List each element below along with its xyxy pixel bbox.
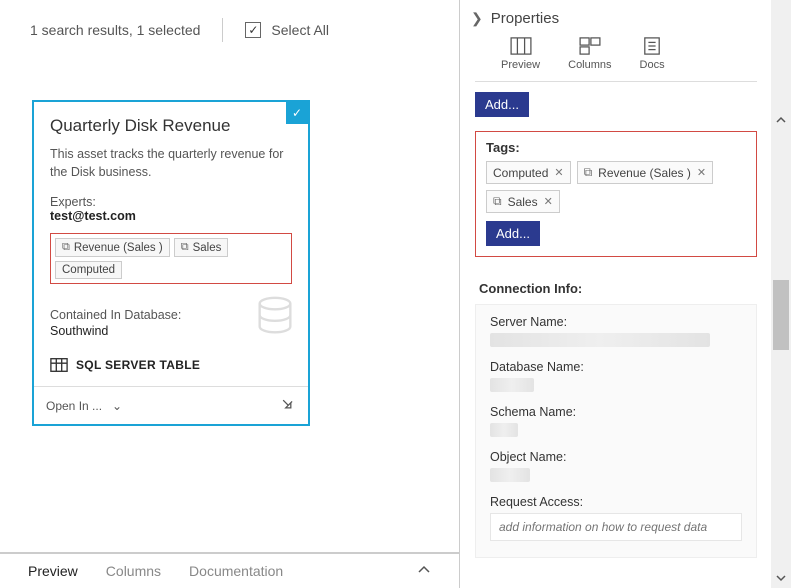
server-name-label: Server Name:	[490, 315, 742, 329]
properties-header[interactable]: ❯ Properties	[461, 0, 771, 31]
select-all-checkbox[interactable]	[245, 22, 261, 38]
tab-preview[interactable]: Preview	[28, 563, 78, 579]
properties-title: Properties	[491, 10, 559, 27]
add-tag-button[interactable]: Add...	[486, 221, 540, 246]
glossary-icon: ⧉	[584, 165, 593, 180]
card-tag[interactable]: ⧉Revenue (Sales )	[55, 238, 170, 257]
card-selected-check-icon[interactable]: ✓	[286, 102, 308, 124]
asset-type: SQL SERVER TABLE	[50, 356, 292, 374]
card-experts: Experts: test@test.com	[50, 195, 292, 223]
scroll-thumb[interactable]	[773, 280, 789, 350]
database-name-value	[490, 378, 534, 392]
divider	[475, 81, 757, 82]
card-lower: Contained In Database: Southwind SQL SER…	[34, 288, 308, 386]
asset-type-label: SQL SERVER TABLE	[76, 358, 200, 372]
card-title: Quarterly Disk Revenue	[50, 116, 292, 136]
asset-card[interactable]: ✓ Quarterly Disk Revenue This asset trac…	[32, 100, 310, 426]
request-access-input[interactable]	[490, 513, 742, 541]
glossary-icon: ⧉	[493, 194, 502, 209]
schema-name-label: Schema Name:	[490, 405, 742, 419]
object-name-label: Object Name:	[490, 450, 742, 464]
results-summary: 1 search results, 1 selected	[30, 22, 200, 38]
table-icon	[50, 356, 68, 374]
preview-icon	[510, 37, 532, 55]
glossary-icon: ⧉	[62, 241, 70, 254]
tags-chips: Computed✕ ⧉Revenue (Sales )✕ ⧉Sales✕	[486, 161, 746, 213]
tag-chip[interactable]: Computed✕	[486, 161, 571, 184]
docs-icon	[641, 37, 663, 55]
remove-tag-icon[interactable]: ✕	[554, 166, 563, 179]
card-description: This asset tracks the quarterly revenue …	[50, 146, 292, 181]
tags-panel: Tags: Computed✕ ⧉Revenue (Sales )✕ ⧉Sale…	[475, 131, 757, 257]
chevron-up-icon	[417, 563, 431, 577]
experts-label: Experts:	[50, 195, 96, 209]
tag-chip[interactable]: ⧉Sales✕	[486, 190, 560, 213]
experts-value: test@test.com	[50, 209, 136, 223]
pin-button[interactable]	[278, 395, 296, 416]
schema-name-value	[490, 423, 518, 437]
chevron-up-icon	[776, 115, 786, 125]
view-docs[interactable]: Docs	[640, 37, 665, 71]
scrollbar[interactable]	[771, 0, 791, 588]
view-preview[interactable]: Preview	[501, 37, 540, 71]
card-tag[interactable]: ⧉Sales	[174, 238, 229, 257]
schema-name-row: Schema Name:	[490, 405, 742, 440]
scroll-up-button[interactable]	[771, 110, 791, 130]
open-in-button[interactable]: Open In ... ⌄	[46, 399, 122, 413]
tags-label: Tags:	[486, 140, 746, 155]
chevron-down-icon	[776, 573, 786, 583]
card-body: Quarterly Disk Revenue This asset tracks…	[34, 102, 308, 288]
detail-tabs: Preview Columns Documentation	[0, 552, 459, 588]
properties-pane: ❯ Properties Preview Columns Docs Add...…	[461, 0, 771, 588]
collapse-button[interactable]	[417, 563, 431, 580]
contained-label: Contained In Database:	[50, 308, 181, 322]
connection-info: Server Name: Database Name: Schema Name:…	[475, 304, 757, 558]
connection-info-label: Connection Info:	[479, 281, 771, 296]
scroll-down-button[interactable]	[771, 568, 791, 588]
tab-columns[interactable]: Columns	[106, 563, 161, 579]
select-all-label: Select All	[271, 22, 329, 38]
database-icon	[252, 294, 298, 340]
add-property-button[interactable]: Add...	[475, 92, 529, 117]
object-name-row: Object Name:	[490, 450, 742, 485]
card-tags: ⧉Revenue (Sales ) ⧉Sales Computed	[50, 233, 292, 284]
request-access-row: Request Access:	[490, 495, 742, 541]
card-footer: Open In ... ⌄	[34, 386, 308, 424]
server-name-value	[490, 333, 710, 347]
object-name-value	[490, 468, 530, 482]
view-columns[interactable]: Columns	[568, 37, 611, 71]
divider	[222, 18, 223, 42]
columns-icon	[579, 37, 601, 55]
glossary-icon: ⧉	[181, 241, 189, 254]
chevron-right-icon: ❯	[471, 10, 483, 27]
remove-tag-icon[interactable]: ✕	[697, 166, 706, 179]
database-name-row: Database Name:	[490, 360, 742, 395]
database-name-label: Database Name:	[490, 360, 742, 374]
tab-documentation[interactable]: Documentation	[189, 563, 283, 579]
card-tag[interactable]: Computed	[55, 261, 122, 279]
results-header: 1 search results, 1 selected Select All	[0, 0, 459, 60]
results-pane: 1 search results, 1 selected Select All …	[0, 0, 460, 588]
request-access-label: Request Access:	[490, 495, 742, 509]
pin-icon	[278, 395, 296, 413]
remove-tag-icon[interactable]: ✕	[544, 195, 553, 208]
tag-chip[interactable]: ⧉Revenue (Sales )✕	[577, 161, 714, 184]
view-switcher: Preview Columns Docs	[461, 31, 771, 79]
server-name-row: Server Name:	[490, 315, 742, 350]
chevron-down-icon: ⌄	[112, 399, 122, 413]
